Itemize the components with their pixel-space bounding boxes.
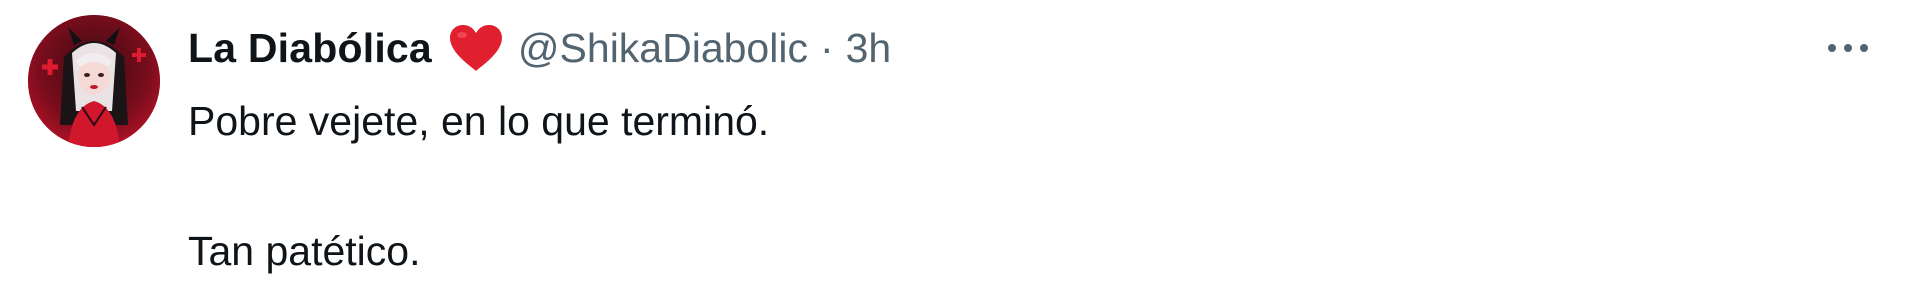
- avatar[interactable]: [28, 15, 160, 147]
- tweet-text-line: Tan patético.: [188, 228, 421, 274]
- separator-dot: ·: [819, 24, 834, 71]
- more-options-button[interactable]: [1820, 30, 1876, 66]
- author-display-name[interactable]: La Diabólica: [188, 25, 432, 72]
- avatar-image: [28, 15, 160, 147]
- tweet-card[interactable]: La Diabólica @ShikaDiabolic · 3h Pobre v…: [0, 0, 1913, 293]
- author-handle[interactable]: @ShikaDiabolic: [518, 25, 808, 72]
- red-heart-icon: [448, 23, 504, 73]
- timestamp[interactable]: 3h: [846, 25, 892, 72]
- tweet-header: La Diabólica @ShikaDiabolic · 3h: [188, 22, 891, 74]
- more-options-icon: [1828, 44, 1868, 52]
- tweet-text-line: Pobre vejete, en lo que terminó.: [188, 98, 770, 144]
